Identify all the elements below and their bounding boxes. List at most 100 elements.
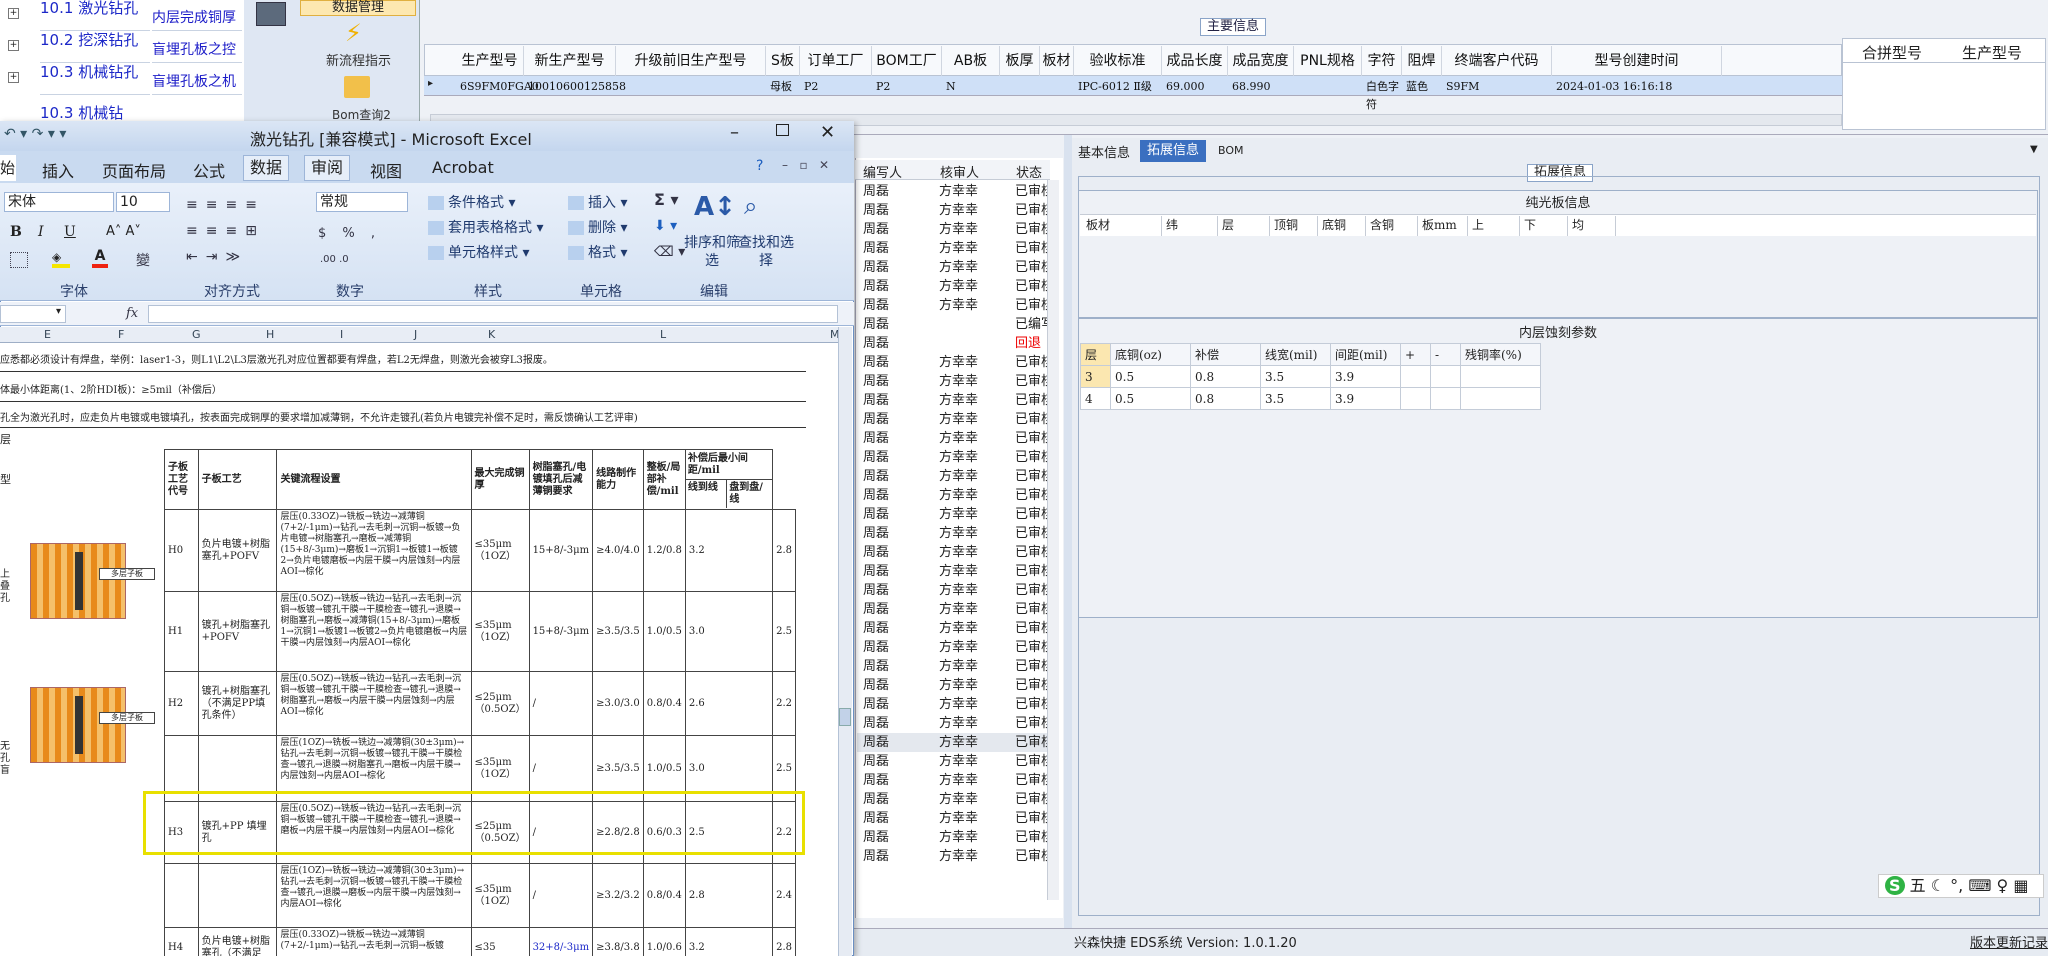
cell-proc[interactable] xyxy=(197,863,278,928)
main-row-cell[interactable]: N xyxy=(946,78,1000,96)
main-row-cell[interactable]: IPC-6012 Ⅱ级 xyxy=(1078,78,1162,96)
pure-col-header[interactable]: 含铜 xyxy=(1366,216,1418,236)
list-item[interactable]: 周磊 方幸幸 已审核 xyxy=(857,695,1057,714)
list-item[interactable]: 周磊 方幸幸 已审核 xyxy=(857,429,1057,448)
cell[interactable] xyxy=(1430,387,1461,410)
cell-comp[interactable]: 1.0/0.5 xyxy=(642,591,686,672)
panel-menu-icon[interactable]: ▼ xyxy=(2030,144,2038,155)
cell-proc[interactable]: 负片电镀+树脂塞孔（不满足 xyxy=(197,927,278,956)
cell-line[interactable]: ≥3.0/3.0 xyxy=(592,671,644,736)
cell-proc[interactable]: 负片电镀+树脂塞孔+POFV xyxy=(197,509,278,592)
cell-pp[interactable]: 2.4 xyxy=(772,863,796,928)
list-item[interactable]: 周磊 方幸幸 已审核 xyxy=(857,296,1057,315)
list-item[interactable]: 周磊 方幸幸 已审核 xyxy=(857,790,1057,809)
font-color-button[interactable]: A xyxy=(92,248,108,268)
main-col-header[interactable]: PNL规格 xyxy=(1294,46,1362,76)
tab-acrobat[interactable]: Acrobat xyxy=(432,158,494,177)
process-table[interactable]: 子板工艺代号 子板工艺 关键流程设置 最大完成铜厚 树脂塞孔/电镀填孔后减薄铜要… xyxy=(164,449,796,956)
main-row-cell[interactable]: 68.990 xyxy=(1232,78,1294,96)
fill-icon[interactable]: ⬇ ▾ xyxy=(654,218,677,234)
tab-home[interactable]: 始 xyxy=(0,155,16,181)
cell-comp[interactable]: 0.8/0.4 xyxy=(642,863,686,928)
cell-ll[interactable]: 2.6 xyxy=(684,671,774,736)
bold-button[interactable]: B xyxy=(10,224,22,240)
list-item[interactable]: 周磊 已编写 xyxy=(857,315,1057,334)
decimal-buttons[interactable]: .00 .0 xyxy=(320,254,349,265)
delete-cells-button[interactable]: 删除 ▾ xyxy=(568,217,627,237)
main-row-cell[interactable]: S9FM xyxy=(1446,78,1552,96)
list-item[interactable]: 周磊 方幸幸 已审核 xyxy=(857,809,1057,828)
tab-data[interactable]: 数据 xyxy=(243,155,289,181)
list-item[interactable]: 周磊 方幸幸 已审核 xyxy=(857,562,1057,581)
close-button[interactable]: ✕ xyxy=(820,122,835,143)
list-item[interactable]: 周磊 方幸幸 已审核 xyxy=(857,828,1057,847)
list-item[interactable]: 周磊 方幸幸 已审核 xyxy=(857,372,1057,391)
cell-ll[interactable]: 3.2 xyxy=(684,927,774,956)
currency-percent-buttons[interactable]: $ % , xyxy=(318,226,381,241)
list-vscrollbar[interactable] xyxy=(1047,180,1059,900)
cell-comp[interactable]: 1.2/0.8 xyxy=(642,509,686,592)
splitter[interactable] xyxy=(1064,135,1072,935)
cell-comp[interactable]: 0.8/0.4 xyxy=(642,671,686,736)
insert-cells-button[interactable]: 插入 ▾ xyxy=(568,192,627,212)
fill-color-button[interactable]: ◈ xyxy=(52,250,70,268)
ime-mode[interactable]: 五 xyxy=(1910,876,1926,895)
cell-proc[interactable]: 镀孔+树脂塞孔+POFV xyxy=(197,591,278,672)
tab-extended[interactable]: 拓展信息 xyxy=(1140,140,1206,162)
ime-toolbar[interactable]: S 五 ☾ °, ⌨ ♀ ▦ xyxy=(1878,874,2044,898)
main-col-header[interactable]: 板厚 xyxy=(1000,46,1040,76)
list-item[interactable]: 周磊 方幸幸 已审核 xyxy=(857,239,1057,258)
italic-button[interactable]: I xyxy=(38,224,44,240)
cell-proc[interactable]: 镀孔+树脂塞孔（不满足PP填孔条件） xyxy=(197,671,278,736)
pure-col-header[interactable]: 下 xyxy=(1520,216,1568,236)
main-col-header[interactable]: 成品宽度 xyxy=(1228,46,1294,76)
pure-col-header[interactable]: 板mm xyxy=(1418,216,1468,236)
list-item[interactable]: 周磊 方幸幸 已审核 xyxy=(857,505,1057,524)
formula-input[interactable] xyxy=(148,305,838,323)
column-letter[interactable]: H xyxy=(266,328,274,341)
list-item[interactable]: 周磊 方幸幸 已审核 xyxy=(857,752,1057,771)
cell-thin[interactable]: 15+8/-3μm xyxy=(528,591,594,672)
table-row[interactable]: H1 镀孔+树脂塞孔+POFV 层压(0.5OZ)→铣板→铣边→钻孔→去毛刺→沉铜→… xyxy=(164,591,796,672)
tab-insert[interactable]: 插入 xyxy=(42,158,74,182)
excel-vscrollbar[interactable] xyxy=(838,327,852,956)
cell[interactable] xyxy=(1460,387,1541,410)
list-item[interactable]: 周磊 方幸幸 已审核 xyxy=(857,600,1057,619)
main-row-cell[interactable]: 2024-01-03 16:16:18 xyxy=(1556,78,1722,96)
new-guide-button[interactable]: 新流程指示 xyxy=(326,50,391,69)
main-col-header[interactable]: 型号创建时间 xyxy=(1552,46,1722,76)
undo-icon[interactable]: ↶ ▾ ↷ ▾ ▾ xyxy=(4,126,66,142)
align-buttons[interactable]: ≡≡≡≡ ≡≡≡⊞ ⇤⇥≫ xyxy=(186,192,296,265)
main-row-cell[interactable] xyxy=(1044,78,1074,96)
list-item[interactable]: 周磊 方幸幸 已审核 xyxy=(857,486,1057,505)
list-item[interactable]: 周磊 方幸幸 已审核 xyxy=(857,676,1057,695)
main-col-header[interactable]: BOM工厂 xyxy=(872,46,942,76)
list-item[interactable]: 周磊 方幸幸 已审核 xyxy=(857,714,1057,733)
cell-thin[interactable]: / xyxy=(528,863,594,928)
cell-ll[interactable]: 3.2 xyxy=(684,509,774,592)
table-row[interactable]: H4 负片电镀+树脂塞孔（不满足 层压(0.33OZ)→铣板→铣边→减薄铜(7+2/… xyxy=(164,927,796,956)
cell-line[interactable]: ≥4.0/4.0 xyxy=(592,509,644,592)
tab-review[interactable]: 审阅 xyxy=(304,155,350,181)
cell-code[interactable]: H4 xyxy=(164,927,199,956)
list-col-status[interactable]: 状态 xyxy=(1016,162,1042,181)
cell[interactable]: 0.8 xyxy=(1190,365,1261,388)
clear-icon[interactable]: ⌫ ▾ xyxy=(654,244,685,260)
cell-flow[interactable]: 层压(0.5OZ)→铣板→铣边→钻孔→去毛刺→沉铜→板镀→镀孔干膜→干膜检查→镀… xyxy=(276,591,472,672)
cell-flow[interactable]: 层压(0.33OZ)→铣板→铣边→减薄铜(7+2/-1μm)→钻孔→去毛刺→沉铜… xyxy=(276,927,472,956)
cell-line[interactable]: ≥3.2/3.2 xyxy=(592,863,644,928)
list-item[interactable]: 周磊 方幸幸 已审核 xyxy=(857,258,1057,277)
tree-expand-icon[interactable]: + xyxy=(8,72,19,83)
font-size-select[interactable]: 10 xyxy=(116,192,170,212)
find-select-button[interactable]: 查找和选择 xyxy=(738,234,794,270)
cell[interactable]: 3.9 xyxy=(1330,365,1401,388)
cell-ll[interactable]: 2.8 xyxy=(684,863,774,928)
tab-basic[interactable]: 基本信息 xyxy=(1078,142,1130,161)
cell[interactable]: 3.9 xyxy=(1330,387,1401,410)
cell-ll[interactable]: 3.0 xyxy=(684,591,774,672)
main-col-header[interactable]: AB板 xyxy=(942,46,1000,76)
sum-icon[interactable]: Σ ▾ xyxy=(654,190,679,209)
main-col-header[interactable]: 板材 xyxy=(1040,46,1074,76)
tree-item-laser[interactable]: 10.1 激光钻孔 xyxy=(40,0,150,31)
cell[interactable]: 0.8 xyxy=(1190,387,1261,410)
